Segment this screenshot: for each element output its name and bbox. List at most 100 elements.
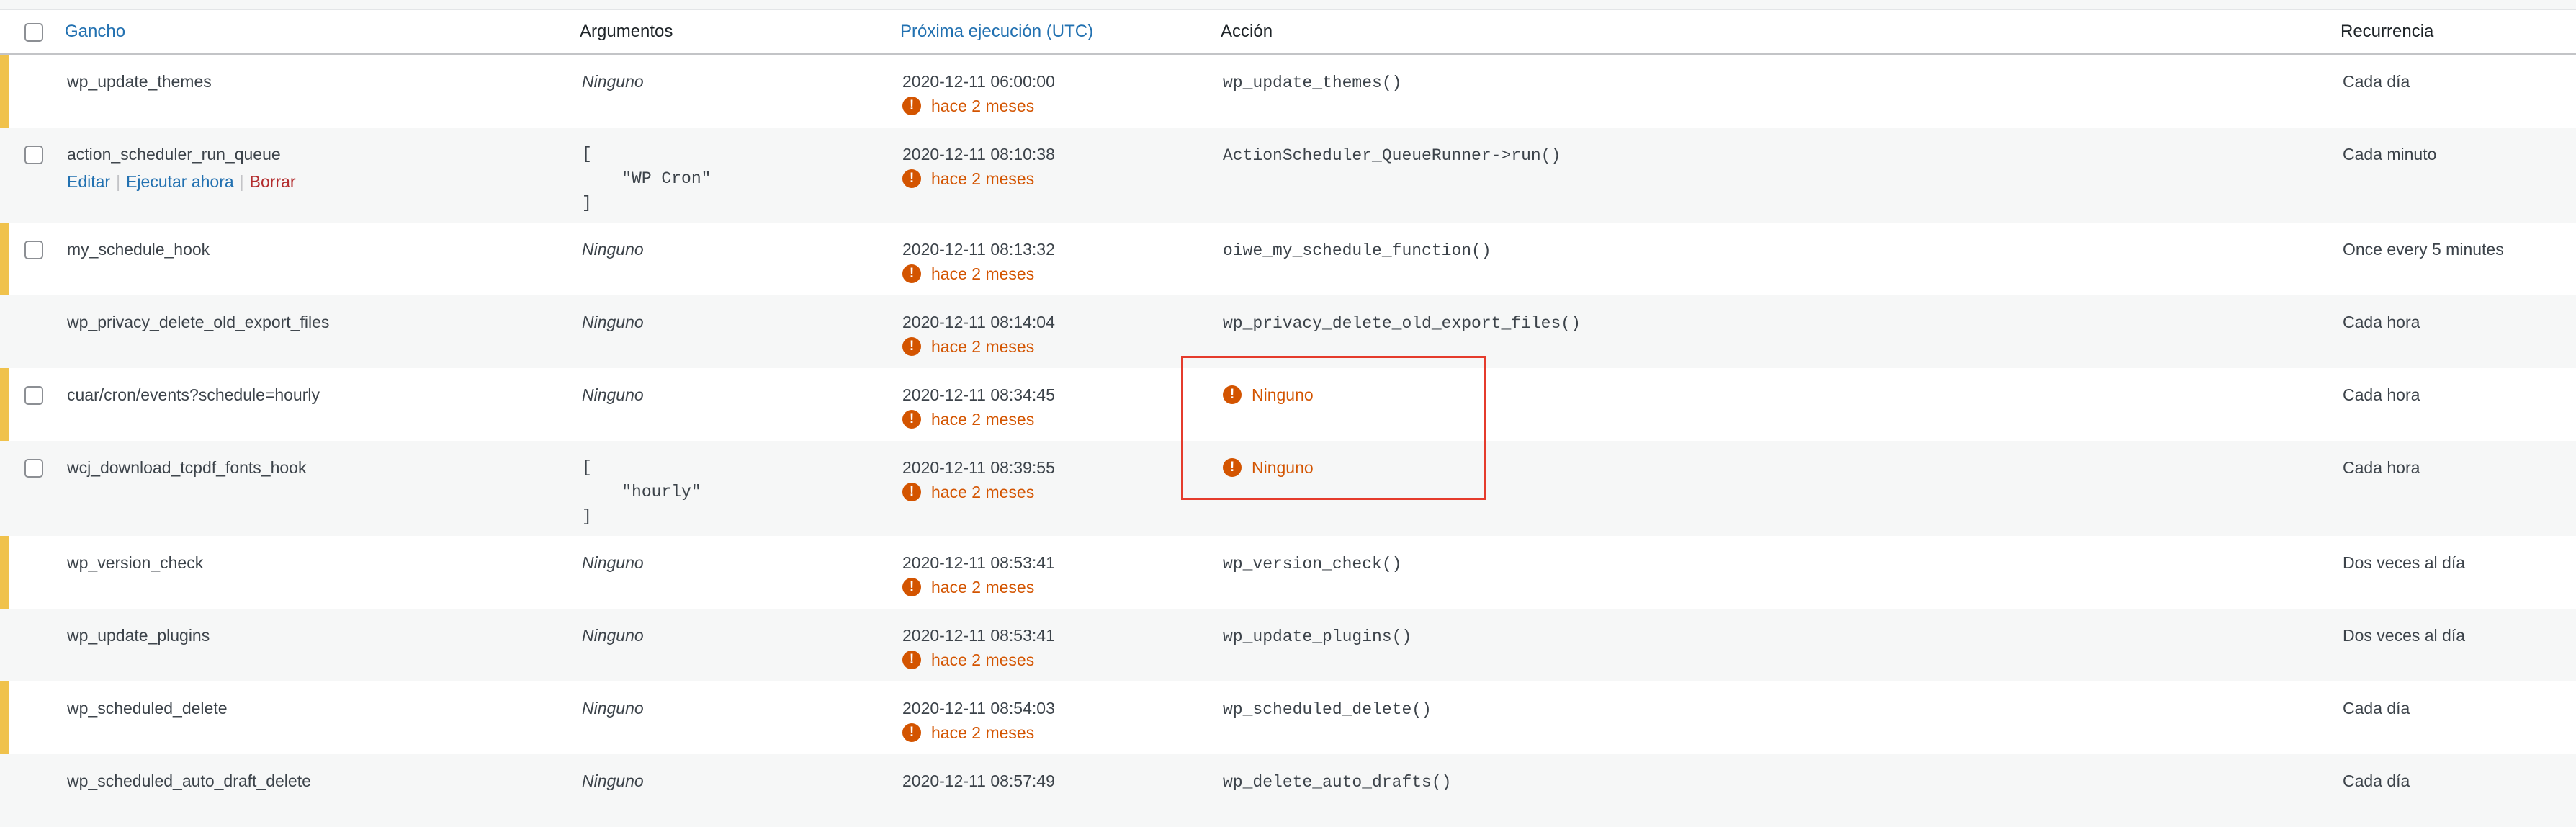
table-row: wp_version_check Ninguno 2020-12-11 08:5… bbox=[0, 536, 2576, 609]
overdue-notice: ! hace 2 meses bbox=[902, 480, 1212, 504]
table-row: cuar/cron/events?schedule=hourly Ninguno… bbox=[0, 368, 2576, 441]
row-checkbox-cell bbox=[0, 223, 56, 295]
column-hook[interactable]: Gancho bbox=[56, 10, 571, 55]
select-all-checkbox[interactable] bbox=[24, 23, 43, 43]
overdue-text: hace 2 meses bbox=[931, 337, 1035, 356]
hook-name: wp_update_themes bbox=[67, 72, 212, 91]
column-next-run-label[interactable]: Próxima ejecución (UTC) bbox=[892, 22, 1093, 42]
action-function: wp_delete_auto_drafts() bbox=[1223, 773, 1452, 792]
table-row: wp_update_themes Ninguno 2020-12-11 06:0… bbox=[0, 54, 2576, 128]
arguments-value: Ninguno bbox=[582, 553, 644, 572]
next-run-time: 2020-12-11 08:54:03 bbox=[902, 699, 1055, 718]
overdue-text: hace 2 meses bbox=[931, 651, 1035, 669]
arguments-value: Ninguno bbox=[582, 240, 644, 259]
table-row: wp_scheduled_delete Ninguno 2020-12-11 0… bbox=[0, 681, 2576, 754]
row-checkbox-cell bbox=[0, 368, 56, 441]
row-checkbox-cell bbox=[0, 54, 56, 128]
overdue-text: hace 2 meses bbox=[931, 483, 1035, 501]
row-checkbox-cell bbox=[0, 295, 56, 368]
recurrence-value: Cada día bbox=[2343, 72, 2410, 91]
row-checkbox-cell bbox=[0, 609, 56, 681]
column-action: Acción bbox=[1212, 10, 2332, 55]
column-recurrence-label: Recurrencia bbox=[2341, 22, 2434, 41]
overdue-notice: ! hace 2 meses bbox=[902, 166, 1212, 191]
run-now-link[interactable]: Ejecutar ahora bbox=[126, 172, 234, 191]
exclamation-circle-icon: ! bbox=[902, 169, 921, 188]
recurrence-value: Cada día bbox=[2343, 699, 2410, 718]
column-action-label: Acción bbox=[1221, 22, 1273, 41]
overdue-text: hace 2 meses bbox=[931, 169, 1035, 188]
next-run-time: 2020-12-11 08:57:49 bbox=[902, 772, 1055, 790]
overdue-text: hace 2 meses bbox=[931, 723, 1035, 742]
row-checkbox[interactable] bbox=[24, 386, 43, 405]
overdue-notice: ! hace 2 meses bbox=[902, 648, 1212, 672]
exclamation-circle-icon: ! bbox=[902, 97, 921, 115]
exclamation-circle-icon: ! bbox=[902, 723, 921, 742]
recurrence-value: Cada hora bbox=[2343, 385, 2420, 404]
recurrence-value: Cada día bbox=[2343, 772, 2410, 790]
hook-name: wp_privacy_delete_old_export_files bbox=[67, 313, 330, 331]
missing-action: ! Ninguno bbox=[1223, 383, 2332, 407]
action-function: wp_scheduled_delete() bbox=[1223, 700, 1432, 719]
overdue-notice: ! hace 2 meses bbox=[902, 407, 1212, 432]
hook-name: wp_version_check bbox=[67, 553, 204, 572]
row-checkbox[interactable] bbox=[24, 146, 43, 164]
exclamation-circle-icon: ! bbox=[902, 410, 921, 429]
table-row: wcj_download_tcpdf_fonts_hook [ "hourly"… bbox=[0, 441, 2576, 536]
arguments-value: Ninguno bbox=[582, 699, 644, 718]
row-checkbox-cell bbox=[0, 536, 56, 609]
action-function: ActionScheduler_QueueRunner->run() bbox=[1223, 146, 1561, 165]
row-checkbox-cell bbox=[0, 754, 56, 827]
overdue-notice: ! hace 2 meses bbox=[902, 575, 1212, 599]
arguments-value: Ninguno bbox=[582, 772, 644, 790]
hook-name: wp_update_plugins bbox=[67, 626, 210, 645]
column-arguments-label: Argumentos bbox=[580, 22, 673, 41]
exclamation-circle-icon: ! bbox=[902, 578, 921, 596]
row-checkbox[interactable] bbox=[24, 459, 43, 478]
action-function: wp_update_plugins() bbox=[1223, 627, 1412, 646]
row-checkbox-cell bbox=[0, 128, 56, 223]
table-row: wp_update_plugins Ninguno 2020-12-11 08:… bbox=[0, 609, 2576, 681]
select-all-header bbox=[0, 10, 56, 55]
overdue-text: hace 2 meses bbox=[931, 578, 1035, 596]
column-hook-label[interactable]: Gancho bbox=[56, 22, 125, 42]
column-recurrence: Recurrencia bbox=[2332, 10, 2576, 55]
overdue-notice: ! hace 2 meses bbox=[902, 720, 1212, 745]
arguments-value: Ninguno bbox=[582, 313, 644, 331]
next-run-time: 2020-12-11 08:53:41 bbox=[902, 553, 1055, 572]
arguments-value: Ninguno bbox=[582, 72, 644, 91]
arguments-value: Ninguno bbox=[582, 626, 644, 645]
table-row: wp_scheduled_auto_draft_delete Ninguno 2… bbox=[0, 754, 2576, 827]
cron-events-table: Gancho Argumentos Próxima ejecución (UTC… bbox=[0, 10, 2576, 827]
recurrence-value: Cada hora bbox=[2343, 458, 2420, 477]
missing-action-text: Ninguno bbox=[1252, 385, 1314, 404]
column-arguments: Argumentos bbox=[571, 10, 892, 55]
next-run-time: 2020-12-11 08:39:55 bbox=[902, 458, 1055, 477]
exclamation-circle-icon: ! bbox=[1223, 458, 1242, 477]
exclamation-circle-icon: ! bbox=[1223, 385, 1242, 404]
recurrence-value: Cada minuto bbox=[2343, 145, 2437, 164]
exclamation-circle-icon: ! bbox=[902, 483, 921, 501]
edit-link[interactable]: Editar bbox=[67, 172, 110, 191]
hook-name: wp_scheduled_auto_draft_delete bbox=[67, 772, 311, 790]
separator: | bbox=[239, 172, 244, 191]
recurrence-value: Dos veces al día bbox=[2343, 626, 2466, 645]
recurrence-value: Dos veces al día bbox=[2343, 553, 2466, 572]
overdue-text: hace 2 meses bbox=[931, 264, 1035, 283]
exclamation-circle-icon: ! bbox=[902, 651, 921, 669]
row-checkbox[interactable] bbox=[24, 241, 43, 259]
delete-link[interactable]: Borrar bbox=[250, 172, 296, 191]
missing-action: ! Ninguno bbox=[1223, 455, 2332, 480]
table-row: action_scheduler_run_queue Editar | Ejecut… bbox=[0, 128, 2576, 223]
arguments-value: Ninguno bbox=[582, 385, 644, 404]
missing-action-text: Ninguno bbox=[1252, 458, 1314, 477]
action-function: wp_privacy_delete_old_export_files() bbox=[1223, 314, 1581, 333]
row-actions: Editar | Ejecutar ahora | Borrar bbox=[67, 169, 571, 194]
hook-name: wp_scheduled_delete bbox=[67, 699, 228, 718]
next-run-time: 2020-12-11 08:14:04 bbox=[902, 313, 1055, 331]
row-checkbox-cell bbox=[0, 681, 56, 754]
overdue-text: hace 2 meses bbox=[931, 410, 1035, 429]
table-row: wp_privacy_delete_old_export_files Ningu… bbox=[0, 295, 2576, 368]
column-next-run[interactable]: Próxima ejecución (UTC) bbox=[892, 10, 1212, 55]
next-run-time: 2020-12-11 08:53:41 bbox=[902, 626, 1055, 645]
